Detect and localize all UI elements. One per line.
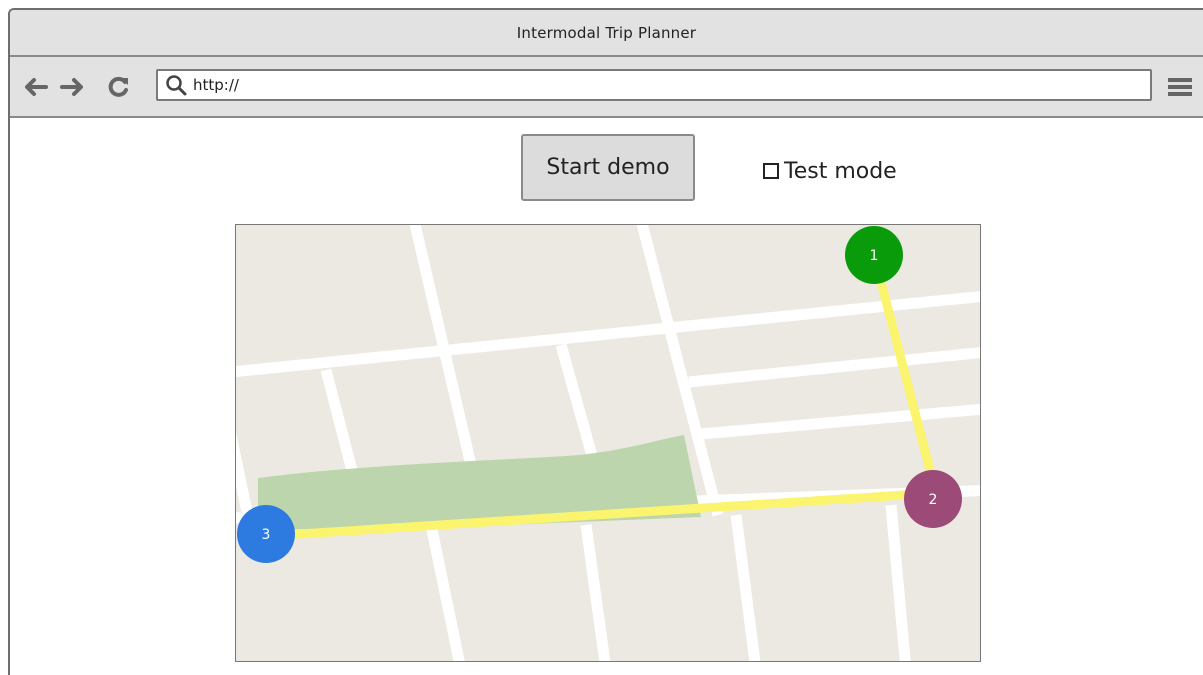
address-bar[interactable] bbox=[156, 69, 1152, 101]
test-mode-checkbox[interactable] bbox=[763, 163, 779, 179]
route-marker-3[interactable]: 3 bbox=[237, 505, 295, 563]
url-input[interactable] bbox=[193, 73, 1150, 97]
route-marker-2-label: 2 bbox=[929, 492, 938, 508]
test-mode-label: Test mode bbox=[784, 158, 897, 184]
route-marker-3-label: 3 bbox=[262, 527, 271, 543]
hamburger-menu-icon[interactable] bbox=[1168, 77, 1192, 97]
title-bar: Intermodal Trip Planner bbox=[10, 10, 1203, 57]
route-marker-2[interactable]: 2 bbox=[904, 470, 962, 528]
window-title: Intermodal Trip Planner bbox=[516, 23, 697, 42]
arrow-left-icon[interactable] bbox=[22, 75, 48, 99]
refresh-icon[interactable] bbox=[106, 75, 132, 99]
route-map[interactable]: 1 2 3 bbox=[235, 224, 981, 662]
map-canvas[interactable]: 1 2 3 bbox=[236, 225, 981, 662]
browser-window: Intermodal Trip Planner Start de bbox=[8, 8, 1203, 675]
start-demo-button[interactable]: Start demo bbox=[521, 134, 695, 201]
route-marker-1[interactable]: 1 bbox=[845, 226, 903, 284]
browser-toolbar bbox=[10, 57, 1203, 118]
arrow-right-icon[interactable] bbox=[60, 75, 86, 99]
test-mode-toggle[interactable]: Test mode bbox=[763, 156, 897, 186]
search-icon bbox=[166, 75, 187, 96]
route-marker-1-label: 1 bbox=[870, 248, 879, 264]
